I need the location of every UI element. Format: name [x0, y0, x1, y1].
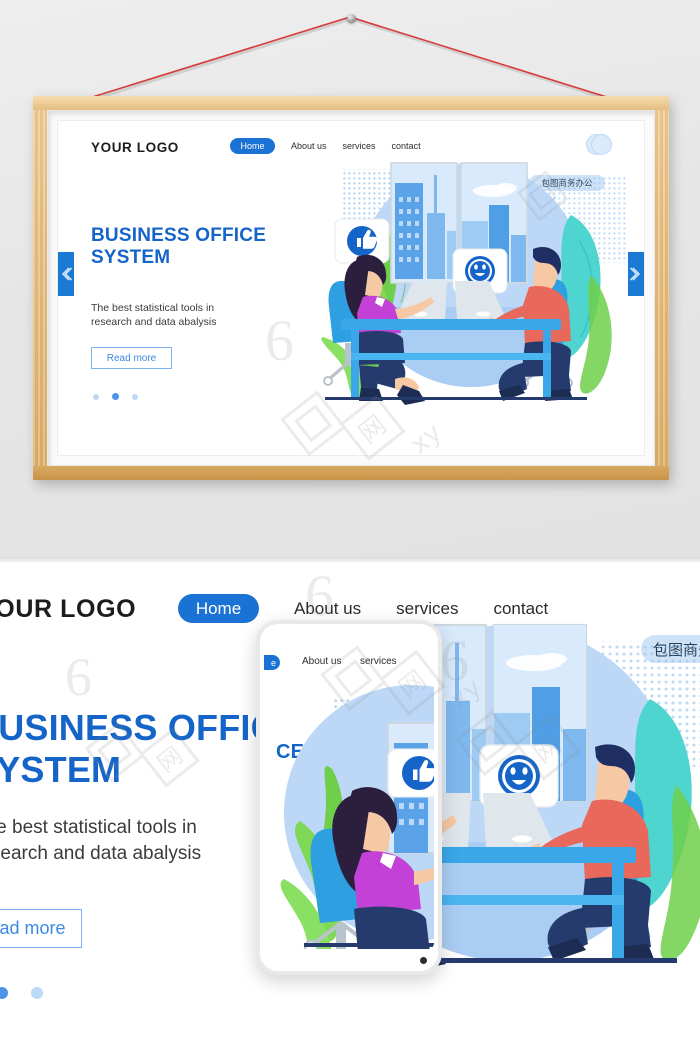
- page-subtitle-line2: research and data abalysis: [91, 316, 217, 329]
- zoom-nav-item-about-us[interactable]: About us: [294, 599, 361, 619]
- main-nav: Home About us services contact: [230, 138, 421, 154]
- read-more-button[interactable]: Read more: [91, 347, 172, 369]
- carousel-dots: [93, 393, 138, 400]
- landing-page-small: YOUR LOGO Home About us services contact: [58, 121, 644, 455]
- zoom-carousel-dot-1[interactable]: [0, 987, 8, 999]
- phone-hero-illustration: [280, 681, 434, 949]
- phone-home-indicator: [420, 957, 427, 964]
- zoom-nav-item-services[interactable]: services: [396, 599, 458, 619]
- frame-mat: YOUR LOGO Home About us services contact: [47, 110, 655, 466]
- zoom-page-logo: YOUR LOGO: [0, 595, 137, 623]
- zoom-carousel-dot-2[interactable]: [31, 987, 43, 999]
- smartphone-mockup: e About us services CE: [256, 620, 442, 975]
- nav-item-services[interactable]: services: [343, 141, 376, 151]
- wall-background: YOUR LOGO Home About us services contact: [0, 0, 700, 562]
- chevron-left-icon: [61, 267, 72, 281]
- zoom-page-subtitle: The best statistical tools in research a…: [0, 815, 264, 866]
- page-subtitle-line1: The best statistical tools in: [91, 302, 215, 314]
- phone-nav-pill-partial[interactable]: e: [264, 655, 280, 670]
- nav-item-home[interactable]: Home: [230, 138, 275, 154]
- carousel-dot-3[interactable]: [132, 393, 138, 400]
- wall-nail-icon: [347, 14, 356, 23]
- carousel-dot-1[interactable]: [93, 393, 99, 400]
- zoom-page-subtitle-line1: The best statistical tools in: [0, 817, 197, 838]
- zoomed-landing-preview: YOUR LOGO Home About us services contact…: [0, 562, 700, 1053]
- zoom-nav-item-home[interactable]: Home: [178, 594, 259, 623]
- phone-nav-item-services[interactable]: services: [360, 656, 397, 667]
- poster-landing-page: YOUR LOGO Home About us services contact: [58, 121, 644, 455]
- hero-illustration: [303, 157, 633, 409]
- nav-item-contact[interactable]: contact: [392, 141, 421, 151]
- carousel-prev-arrow[interactable]: [58, 252, 74, 296]
- page-logo: YOUR LOGO: [91, 140, 179, 155]
- phone-nav-item-about-us[interactable]: About us: [302, 656, 341, 667]
- profile-circles-icon[interactable]: [586, 134, 612, 156]
- picture-frame: YOUR LOGO Home About us services contact: [33, 96, 669, 480]
- zoom-read-more-button[interactable]: Read more: [0, 909, 82, 948]
- page-subtitle: The best statistical tools in research a…: [91, 301, 301, 329]
- zoom-nav-item-contact[interactable]: contact: [493, 599, 548, 619]
- carousel-dot-2[interactable]: [112, 393, 119, 400]
- nav-item-about-us[interactable]: About us: [291, 141, 327, 151]
- zoom-page-subtitle-line2: research and data abalysis: [0, 842, 202, 864]
- phone-screen: e About us services CE: [264, 633, 434, 949]
- zoom-carousel-dots: [0, 987, 43, 999]
